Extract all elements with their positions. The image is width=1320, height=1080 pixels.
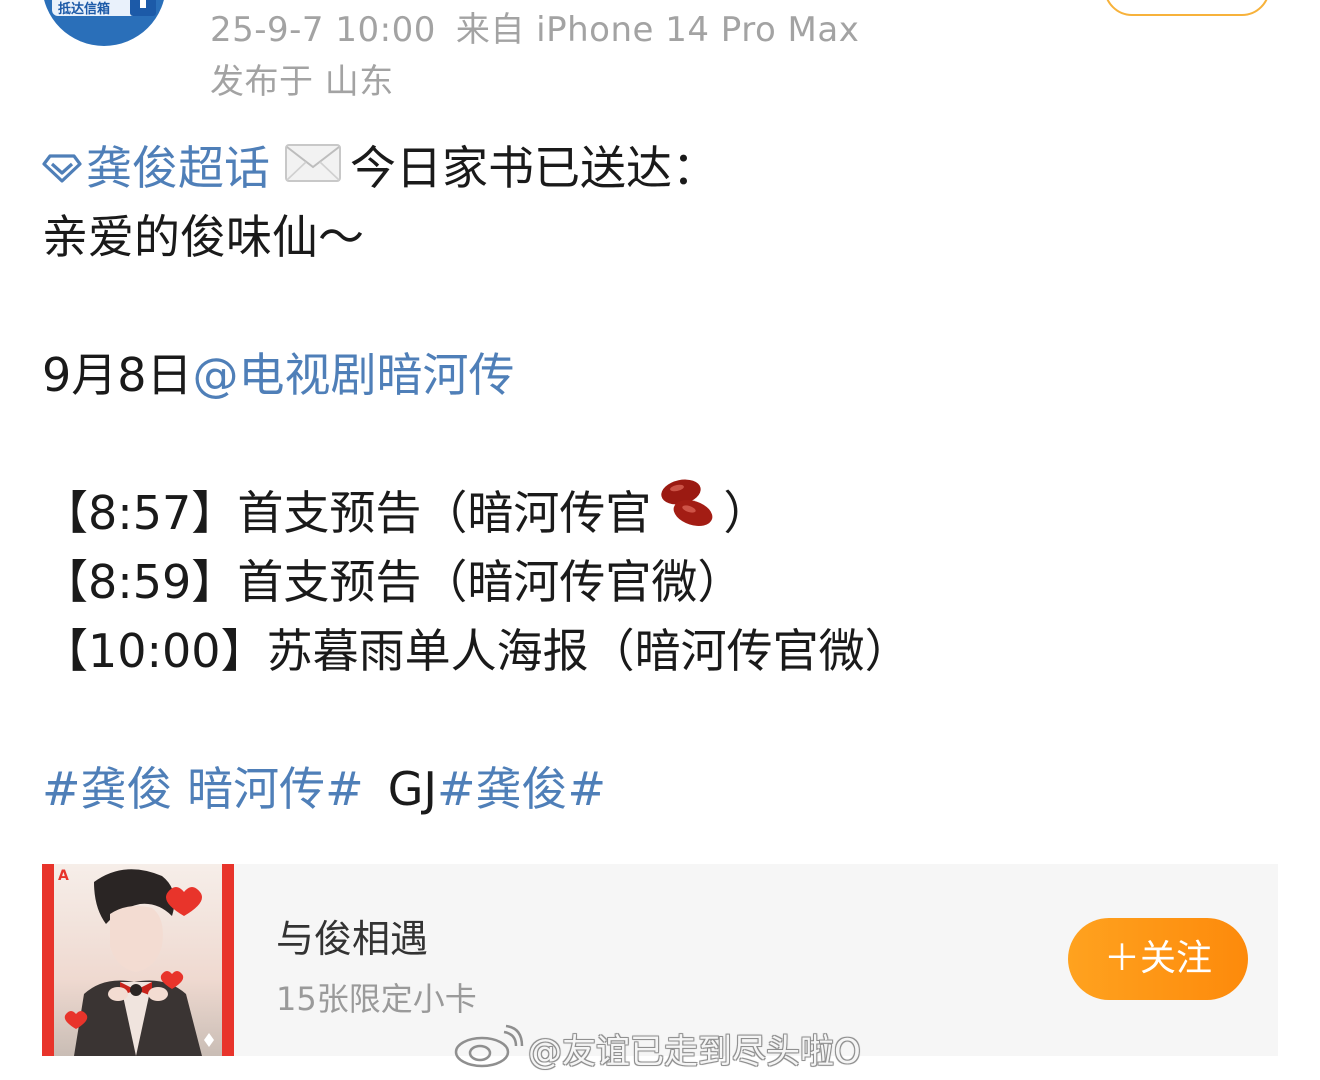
schedule-item: 【8:59】首支预告（暗河传官微） bbox=[42, 548, 1282, 617]
schedule-text: 首支预告（暗河传官 bbox=[237, 486, 652, 540]
follow-button[interactable]: ＋关注 bbox=[1068, 918, 1248, 1000]
hashtag-prefix: GJ bbox=[387, 762, 437, 816]
hashtag-link[interactable]: #龚俊 暗河传# bbox=[42, 762, 364, 816]
card-subtitle: 15张限定小卡 bbox=[276, 980, 477, 1018]
watermark: @友谊已走到尽头啦O bbox=[452, 1024, 861, 1072]
schedule-item: 【8:57】首支预告（暗河传官 ） bbox=[42, 479, 1282, 548]
svg-text:A: A bbox=[58, 868, 69, 884]
date-text: 9月8日 bbox=[42, 348, 193, 402]
post-timestamp: 25-9-7 10:00 bbox=[210, 10, 436, 50]
post-location: 发布于 山东 bbox=[210, 62, 394, 102]
schedule-text: 首支预告（暗河传官微） bbox=[237, 555, 744, 609]
red-bean-icon bbox=[657, 475, 717, 550]
post-line-intro: 龚俊超话 今日家书已送达： bbox=[42, 134, 1282, 203]
mention-link[interactable]: @电视剧暗河传 bbox=[193, 348, 515, 402]
schedule-time: 【10:00】 bbox=[42, 624, 267, 678]
post-hashtags: #龚俊 暗河传# GJ#龚俊# bbox=[42, 755, 1282, 824]
post-line-date: 9月8日@电视剧暗河传 bbox=[42, 341, 1282, 410]
post-source: 来自 iPhone 14 Pro Max bbox=[455, 10, 860, 50]
card-thumbnail-art: A bbox=[54, 864, 222, 1056]
weibo-logo-icon bbox=[452, 1024, 524, 1077]
header-follow-button[interactable] bbox=[1104, 0, 1270, 16]
watermark-text: @友谊已走到尽头啦O bbox=[528, 1032, 861, 1072]
intro-text: 今日家书已送达： bbox=[350, 141, 718, 195]
card-thumbnail: A bbox=[42, 864, 234, 1056]
schedule-time: 【8:57】 bbox=[42, 486, 238, 540]
supertopic-link[interactable]: 龚俊超话 bbox=[86, 141, 270, 195]
hashtag-link[interactable]: #龚俊# bbox=[437, 762, 606, 816]
avatar-text: 抵达信箱 bbox=[58, 2, 111, 17]
schedule-suffix: ） bbox=[723, 486, 770, 540]
post-meta: 25-9-7 10:00 来自 iPhone 14 Pro Max bbox=[210, 2, 859, 51]
mailbox-icon bbox=[130, 0, 156, 16]
card-title: 与俊相遇 bbox=[276, 917, 429, 961]
diamond-icon bbox=[42, 133, 82, 202]
schedule-item: 【10:00】苏暮雨单人海报（暗河传官微） bbox=[42, 617, 1282, 686]
schedule-time: 【8:59】 bbox=[42, 555, 238, 609]
post-line-greeting: 亲爱的俊味仙～ bbox=[42, 210, 364, 264]
schedule-text: 苏暮雨单人海报（暗河传官微） bbox=[266, 624, 911, 678]
envelope-icon bbox=[284, 133, 342, 202]
user-avatar[interactable]: 抵达信箱 bbox=[42, 0, 166, 46]
post-content: 龚俊超话 今日家书已送达： 亲爱的俊味仙～ 9月8日@电视剧暗河传 【8:57】… bbox=[42, 134, 1282, 824]
